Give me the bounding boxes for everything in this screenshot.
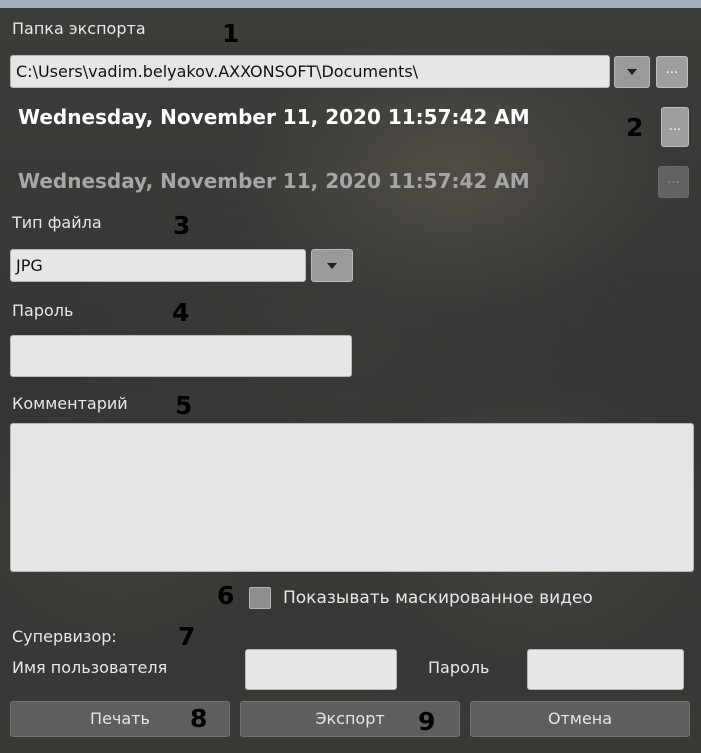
file-type-dropdown[interactable] [311, 249, 353, 282]
callout-4: 4 [172, 298, 190, 327]
callout-2: 2 [626, 113, 644, 142]
export-button-label: Экспорт [315, 709, 385, 728]
comment-textarea[interactable] [10, 423, 694, 572]
masked-video-checkbox[interactable] [249, 587, 271, 609]
file-type-label: Тип файла [12, 213, 102, 232]
end-date-text: Wednesday, November 11, 2020 11:57:42 AM [18, 169, 530, 193]
callout-8: 8 [190, 704, 208, 733]
masked-video-label: Показывать маскированное видео [283, 588, 593, 608]
supervisor-password-label: Пароль [428, 658, 490, 677]
supervisor-password-input[interactable] [527, 649, 684, 690]
username-input[interactable] [245, 649, 397, 690]
password-input[interactable] [10, 335, 352, 377]
callout-7: 7 [178, 622, 196, 651]
callout-6: 6 [217, 581, 235, 610]
password-label: Пароль [12, 301, 74, 320]
cancel-button[interactable]: Отмена [470, 701, 690, 737]
window-top-strip [0, 0, 701, 8]
print-button-label: Печать [90, 709, 150, 728]
callout-9: 9 [418, 707, 436, 736]
callout-5: 5 [175, 391, 193, 420]
chevron-down-icon [327, 262, 337, 269]
username-label: Имя пользователя [12, 658, 168, 677]
cancel-button-label: Отмена [547, 709, 613, 728]
start-date-button[interactable]: ... [661, 107, 689, 147]
file-type-select[interactable]: JPG [10, 249, 306, 282]
callout-1: 1 [222, 19, 240, 48]
export-panel: Папка экспорта 1 C:\Users\vadim.belyakov… [0, 8, 701, 753]
supervisor-label: Супервизор: [12, 627, 117, 646]
chevron-down-icon [627, 69, 637, 75]
export-folder-label: Папка экспорта [12, 19, 146, 38]
export-path-dropdown[interactable] [614, 56, 650, 88]
comment-label: Комментарий [12, 394, 128, 413]
start-date-text: Wednesday, November 11, 2020 11:57:42 AM [18, 105, 530, 129]
end-date-button[interactable]: ... [658, 166, 689, 198]
browse-folder-button[interactable]: ... [656, 56, 688, 88]
callout-3: 3 [173, 211, 191, 240]
export-path-field[interactable]: C:\Users\vadim.belyakov.AXXONSOFT\Docume… [10, 55, 610, 88]
